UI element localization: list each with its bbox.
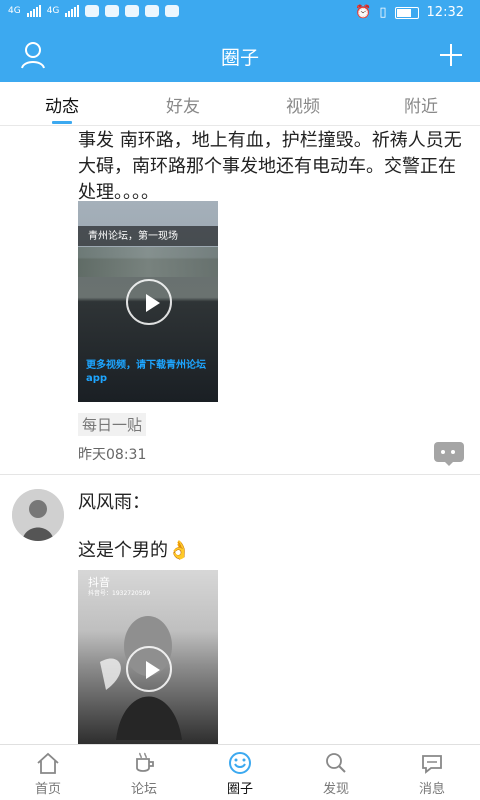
roadside-trees [78,247,218,277]
tab-videos[interactable]: 视频 [263,92,343,117]
avatar[interactable] [12,489,64,541]
status-bar: 4G 4G ⏰ ▯ 12:32 [0,0,480,28]
add-post-button[interactable] [436,40,466,70]
active-tab-indicator [52,121,72,124]
signal-icon [26,5,41,17]
home-icon [37,752,59,774]
nav-home-label: 首页 [34,782,61,797]
post-divider [0,474,480,475]
douyin-id: 抖音号：1932720599 [88,590,151,597]
nav-home[interactable]: 首页 [0,750,96,797]
status-right: ⏰ ▯ 12:32 [355,5,464,20]
camera-icon [125,5,140,17]
post-text-second: 这是个男的👌 [78,538,468,564]
top-tabs: 动态 好友 视频 附近 [0,82,480,126]
video-caption-top: 青州论坛，第一现场 [88,231,178,242]
post-time: 昨天08:31 [78,447,147,463]
comment-icon[interactable] [434,442,464,466]
nav-discover-label: 发现 [322,782,349,797]
status-time: 12:32 [426,5,464,20]
ok-emoji-icon: 👌 [168,540,191,561]
nav-messages-label: 消息 [418,782,445,797]
chat-icon [105,5,120,17]
battery-icon [394,6,419,19]
nav-messages[interactable]: 消息 [384,750,480,797]
user-avatar-image [12,489,64,541]
qq-icon [165,5,180,17]
nav-circle[interactable]: 圈子 [192,750,288,797]
tab-dynamic[interactable]: 动态 [22,92,102,117]
tiktok-icon [145,5,160,17]
status-left: 4G 4G [8,5,180,17]
search-icon [326,753,346,773]
tab-friends[interactable]: 好友 [143,92,223,117]
network-a-label: 4G [8,6,21,16]
nav-circle-label: 圈子 [226,782,253,797]
wechat-icon [85,5,100,17]
bottom-navigation: 首页 论坛 圈子 发现 消息 [0,744,480,800]
network-b-label: 4G [46,6,60,16]
feed-list[interactable]: 事发 南环路，地上有血，护栏撞毁。祈祷人员无大碍，南环路那个事发地还有电动车。交… [0,126,480,744]
nav-discover[interactable]: 发现 [288,750,384,797]
signal-icon-secondary [65,5,80,17]
app-bar: 圈子 [0,28,480,82]
video-thumbnail-second[interactable]: 抖音 抖音号：1932720599 [78,570,218,744]
post-author: 风风雨： [78,492,150,513]
coffee-icon [136,752,154,772]
video-caption-bottom: 更多视频，请下载青州论坛app [86,360,206,384]
video-thumbnail[interactable]: 青州论坛，第一现场 更多视频，请下载青州论坛app [78,201,218,402]
page-title: 圈子 [220,47,259,69]
nav-forum-label: 论坛 [130,782,157,797]
post-tag[interactable]: 每日一贴 [78,413,147,436]
alarm-icon: ⏰ [355,5,372,20]
smile-icon [229,752,251,774]
play-icon[interactable] [126,279,172,325]
message-icon [422,755,442,774]
tab-nearby[interactable]: 附近 [381,92,461,117]
post-text: 事发 南环路，地上有血，护栏撞毁。祈祷人员无大碍，南环路那个事发地还有电动车。交… [78,130,462,203]
nav-forum[interactable]: 论坛 [96,750,192,797]
post-text-second-content: 这是个男的 [78,540,168,561]
play-icon-second[interactable] [126,646,172,692]
vibrate-icon: ▯ [379,5,387,20]
